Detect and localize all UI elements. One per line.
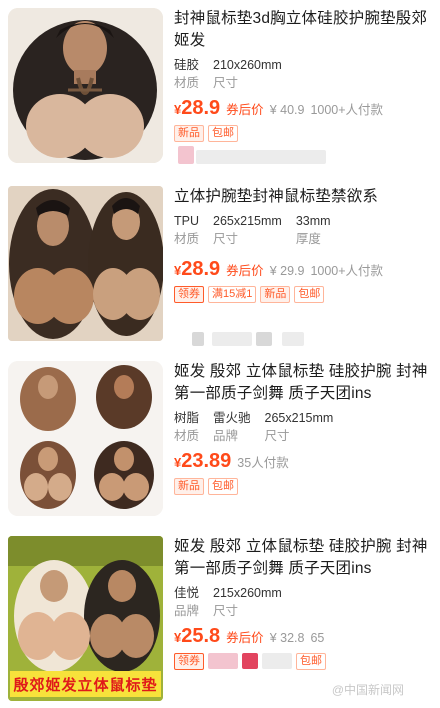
product-image[interactable] xyxy=(8,8,163,163)
mousepad-photo-icon xyxy=(8,186,163,341)
attribute-key: 尺寸 xyxy=(213,232,239,246)
product-image[interactable] xyxy=(8,186,163,341)
after-coupon-label: 券后价 xyxy=(226,264,264,278)
price: ¥23.89 xyxy=(174,450,231,473)
obscured-text xyxy=(256,332,272,346)
obscured-text xyxy=(282,332,304,346)
mousepad-photo-icon xyxy=(8,8,163,163)
attribute-value: 215x260mm xyxy=(213,586,282,600)
obscured-text xyxy=(212,332,252,346)
price-value: 28.9 xyxy=(181,97,221,119)
product-card[interactable]: 立体护腕垫封神鼠标垫禁欲系 TPU 材质 265x215mm 尺寸 33mm 厚… xyxy=(0,186,440,351)
price: ¥25.8 xyxy=(174,625,220,648)
attribute: 215x260mm 尺寸 xyxy=(213,584,282,620)
tag-new: 新品 xyxy=(174,478,204,495)
attribute: 佳悦 品牌 xyxy=(174,584,199,620)
attribute-key: 品牌 xyxy=(213,429,239,443)
tag-discount: 满15减1 xyxy=(208,286,257,303)
tag-list: 领券 包邮 xyxy=(174,653,432,670)
tag-free-shipping: 包邮 xyxy=(208,125,238,142)
original-price: ¥ 29.9 xyxy=(269,264,305,278)
original-price: ¥ 32.8 xyxy=(269,631,305,645)
attribute-key: 材质 xyxy=(174,76,200,90)
attribute: 硅胶 材质 xyxy=(174,56,199,92)
product-title[interactable]: 立体护腕垫封神鼠标垫禁欲系 xyxy=(174,186,432,208)
attribute-list: 硅胶 材质 210x260mm 尺寸 xyxy=(174,56,432,92)
product-card[interactable]: 殷郊姬发立体鼠标垫 姬发 殷郊 立体鼠标垫 硅胶护腕 封神第一部质子剑舞 质子天… xyxy=(0,536,440,708)
price-value: 25.8 xyxy=(181,625,221,647)
sold-count: 35人付款 xyxy=(237,456,289,470)
product-title[interactable]: 姬发 殷郊 立体鼠标垫 硅胶护腕 封神第一部质子剑舞 质子天团ins xyxy=(174,361,432,405)
sold-count: 1000+人付款 xyxy=(310,264,384,278)
after-coupon-label: 券后价 xyxy=(226,631,264,645)
attribute: 雷火驰 品牌 xyxy=(213,409,251,445)
product-image[interactable] xyxy=(8,361,163,516)
product-image[interactable]: 殷郊姬发立体鼠标垫 xyxy=(8,536,163,701)
tag-free-shipping: 包邮 xyxy=(296,653,326,670)
tag-new: 新品 xyxy=(174,125,204,142)
price-row: ¥28.9 券后价 ¥ 29.9 1000+人付款 xyxy=(174,258,432,281)
attribute-list: 佳悦 品牌 215x260mm 尺寸 xyxy=(174,584,432,620)
tag-coupon[interactable]: 领券 xyxy=(174,286,204,303)
sold-count: 1000+人付款 xyxy=(310,103,384,117)
after-coupon-label: 券后价 xyxy=(226,103,264,117)
attribute-value: 265x215mm xyxy=(264,411,334,425)
product-title[interactable]: 姬发 殷郊 立体鼠标垫 硅胶护腕 封神第一部质子剑舞 质子天团ins xyxy=(174,536,432,580)
attribute-value: 33mm xyxy=(295,214,331,228)
attribute-value: 雷火驰 xyxy=(213,411,251,425)
attribute: 265x215mm 尺寸 xyxy=(213,212,282,248)
tag-list: 新品 包邮 xyxy=(174,478,432,495)
attribute-value: 树脂 xyxy=(174,411,200,425)
attribute-key: 尺寸 xyxy=(213,604,239,618)
price-value: 28.9 xyxy=(181,258,221,280)
attribute-list: TPU 材质 265x215mm 尺寸 33mm 厚度 xyxy=(174,212,432,248)
attribute-key: 厚度 xyxy=(295,232,321,246)
price-row: ¥25.8 券后价 ¥ 32.8 65 xyxy=(174,625,432,648)
mousepad-collage-icon xyxy=(8,361,163,516)
product-card[interactable]: 姬发 殷郊 立体鼠标垫 硅胶护腕 封神第一部质子剑舞 质子天团ins 树脂 材质… xyxy=(0,361,440,526)
image-banner: 殷郊姬发立体鼠标垫 xyxy=(10,671,161,697)
original-price: ¥ 40.9 xyxy=(269,103,305,117)
attribute-list: 树脂 材质 雷火驰 品牌 265x215mm 尺寸 xyxy=(174,409,432,445)
attribute-value: 佳悦 xyxy=(174,586,200,600)
attribute: 210x260mm 尺寸 xyxy=(213,56,282,92)
attribute: 33mm 厚度 xyxy=(296,212,331,248)
watermark: @中国新闻网 xyxy=(331,683,404,697)
tag-list: 新品 包邮 xyxy=(174,125,432,142)
attribute-value: 硅胶 xyxy=(174,58,200,72)
attribute: TPU 材质 xyxy=(174,212,199,248)
obscured-text xyxy=(242,653,258,669)
obscured-text xyxy=(196,150,326,164)
tag-free-shipping: 包邮 xyxy=(208,478,238,495)
tag-new: 新品 xyxy=(260,286,291,303)
price-row: ¥28.9 券后价 ¥ 40.9 1000+人付款 xyxy=(174,97,432,120)
price: ¥28.9 xyxy=(174,258,220,281)
attribute-key: 尺寸 xyxy=(213,76,239,90)
attribute-value: 210x260mm xyxy=(213,58,282,72)
attribute-key: 材质 xyxy=(174,429,200,443)
attribute-value: 265x215mm xyxy=(213,214,282,228)
obscured-text xyxy=(262,653,292,669)
price: ¥28.9 xyxy=(174,97,220,120)
attribute: 树脂 材质 xyxy=(174,409,199,445)
tag-list: 领券 满15减1 新品 包邮 xyxy=(174,286,432,303)
obscured-text xyxy=(192,332,204,346)
tag-coupon[interactable]: 领券 xyxy=(174,653,204,670)
attribute: 265x215mm 尺寸 xyxy=(265,409,334,445)
obscured-text xyxy=(208,653,238,669)
price-value: 23.89 xyxy=(181,450,232,472)
attribute-key: 尺寸 xyxy=(264,429,290,443)
tag-free-shipping: 包邮 xyxy=(294,286,325,303)
product-card[interactable]: 封神鼠标垫3d胸立体硅胶护腕垫殷郊姬发 硅胶 材质 210x260mm 尺寸 ¥… xyxy=(0,8,440,173)
product-title[interactable]: 封神鼠标垫3d胸立体硅胶护腕垫殷郊姬发 xyxy=(174,8,432,52)
attribute-key: 品牌 xyxy=(174,604,200,618)
obscured-text xyxy=(178,146,194,164)
sold-count: 65 xyxy=(310,631,325,645)
price-row: ¥23.89 35人付款 xyxy=(174,450,432,473)
attribute-key: 材质 xyxy=(174,232,200,246)
attribute-value: TPU xyxy=(174,214,199,228)
